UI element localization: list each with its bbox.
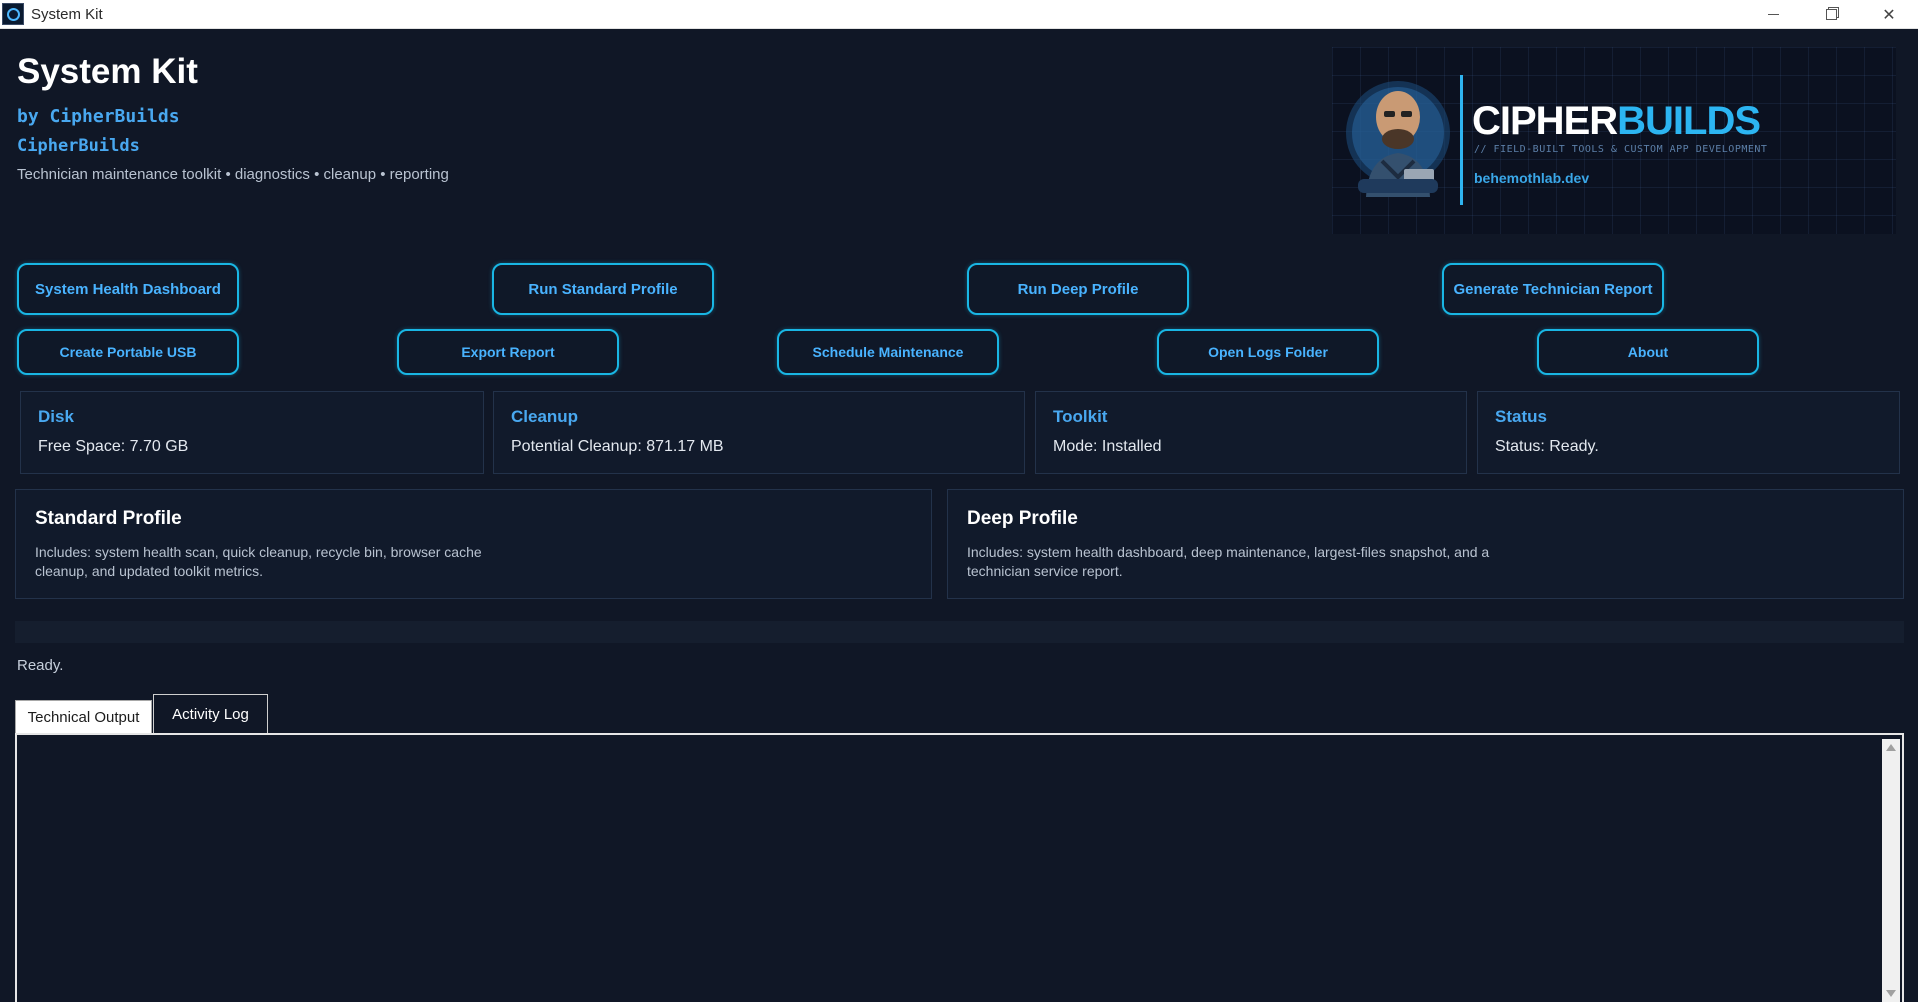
standard-profile-panel: Standard Profile Includes: system health… (15, 489, 932, 599)
disk-free-space: Free Space: 7.70 GB (38, 438, 189, 455)
deep-profile-description: Includes: system health dashboard, deep … (967, 544, 1490, 579)
cleanup-card: Cleanup Potential Cleanup: 871.17 MB (493, 391, 1025, 474)
status-card: Status Status: Ready. (1477, 391, 1900, 474)
create-portable-usb-button[interactable]: Create Portable USB (17, 329, 239, 375)
avatar-icon (1346, 81, 1450, 197)
toolkit-mode: Mode: Installed (1053, 438, 1162, 455)
cleanup-card-title: Cleanup (511, 407, 579, 426)
brand-logo: CIPHERBUILDS // FIELD-BUILT TOOLS & CUST… (1332, 47, 1896, 234)
logo-divider (1460, 75, 1463, 205)
app-title: System Kit (17, 52, 198, 91)
close-icon[interactable]: ✕ (1860, 0, 1918, 29)
deep-profile-title: Deep Profile (967, 508, 1078, 529)
minimize-icon[interactable] (1744, 0, 1802, 29)
open-logs-folder-button[interactable]: Open Logs Folder (1157, 329, 1379, 375)
status-text: Ready. (17, 657, 64, 674)
export-report-button[interactable]: Export Report (397, 329, 619, 375)
brand-name: CipherBuilds (17, 136, 140, 156)
deep-profile-panel: Deep Profile Includes: system health das… (947, 489, 1904, 599)
toolkit-card-title: Toolkit (1053, 407, 1108, 426)
standard-profile-title: Standard Profile (35, 508, 182, 529)
generate-technician-report-button[interactable]: Generate Technician Report (1442, 263, 1664, 315)
logo-wordmark: CIPHERBUILDS (1472, 99, 1761, 143)
logo-subtitle: // FIELD-BUILT TOOLS & CUSTOM APP DEVELO… (1474, 144, 1768, 155)
window-controls: ✕ (1744, 0, 1918, 29)
logo-url: behemothlab.dev (1474, 170, 1590, 186)
progress-bar (15, 621, 1904, 643)
schedule-maintenance-button[interactable]: Schedule Maintenance (777, 329, 999, 375)
scroll-down-icon[interactable] (1886, 990, 1896, 997)
window-title: System Kit (31, 5, 103, 23)
restore-icon[interactable] (1802, 0, 1860, 29)
toolkit-card: Toolkit Mode: Installed (1035, 391, 1467, 474)
app-icon (2, 3, 24, 25)
window-titlebar: System Kit ✕ (0, 0, 1918, 29)
standard-profile-description: Includes: system health scan, quick clea… (35, 544, 482, 579)
vertical-scrollbar[interactable] (1882, 739, 1900, 1002)
status-value: Status: Ready. (1495, 438, 1599, 455)
status-card-title: Status (1495, 407, 1547, 426)
tab-activity-log[interactable]: Activity Log (153, 694, 268, 733)
byline: by CipherBuilds (17, 106, 180, 127)
tagline: Technician maintenance toolkit • diagnos… (17, 166, 449, 183)
scroll-up-icon[interactable] (1886, 744, 1896, 751)
disk-card-title: Disk (38, 407, 74, 426)
disk-card: Disk Free Space: 7.70 GB (20, 391, 484, 474)
run-deep-profile-button[interactable]: Run Deep Profile (967, 263, 1189, 315)
about-button[interactable]: About (1537, 329, 1759, 375)
run-standard-profile-button[interactable]: Run Standard Profile (492, 263, 714, 315)
tab-technical-output[interactable]: Technical Output (15, 700, 152, 734)
technical-output-textarea[interactable] (15, 733, 1904, 1002)
potential-cleanup: Potential Cleanup: 871.17 MB (511, 438, 724, 455)
system-health-dashboard-button[interactable]: System Health Dashboard (17, 263, 239, 315)
